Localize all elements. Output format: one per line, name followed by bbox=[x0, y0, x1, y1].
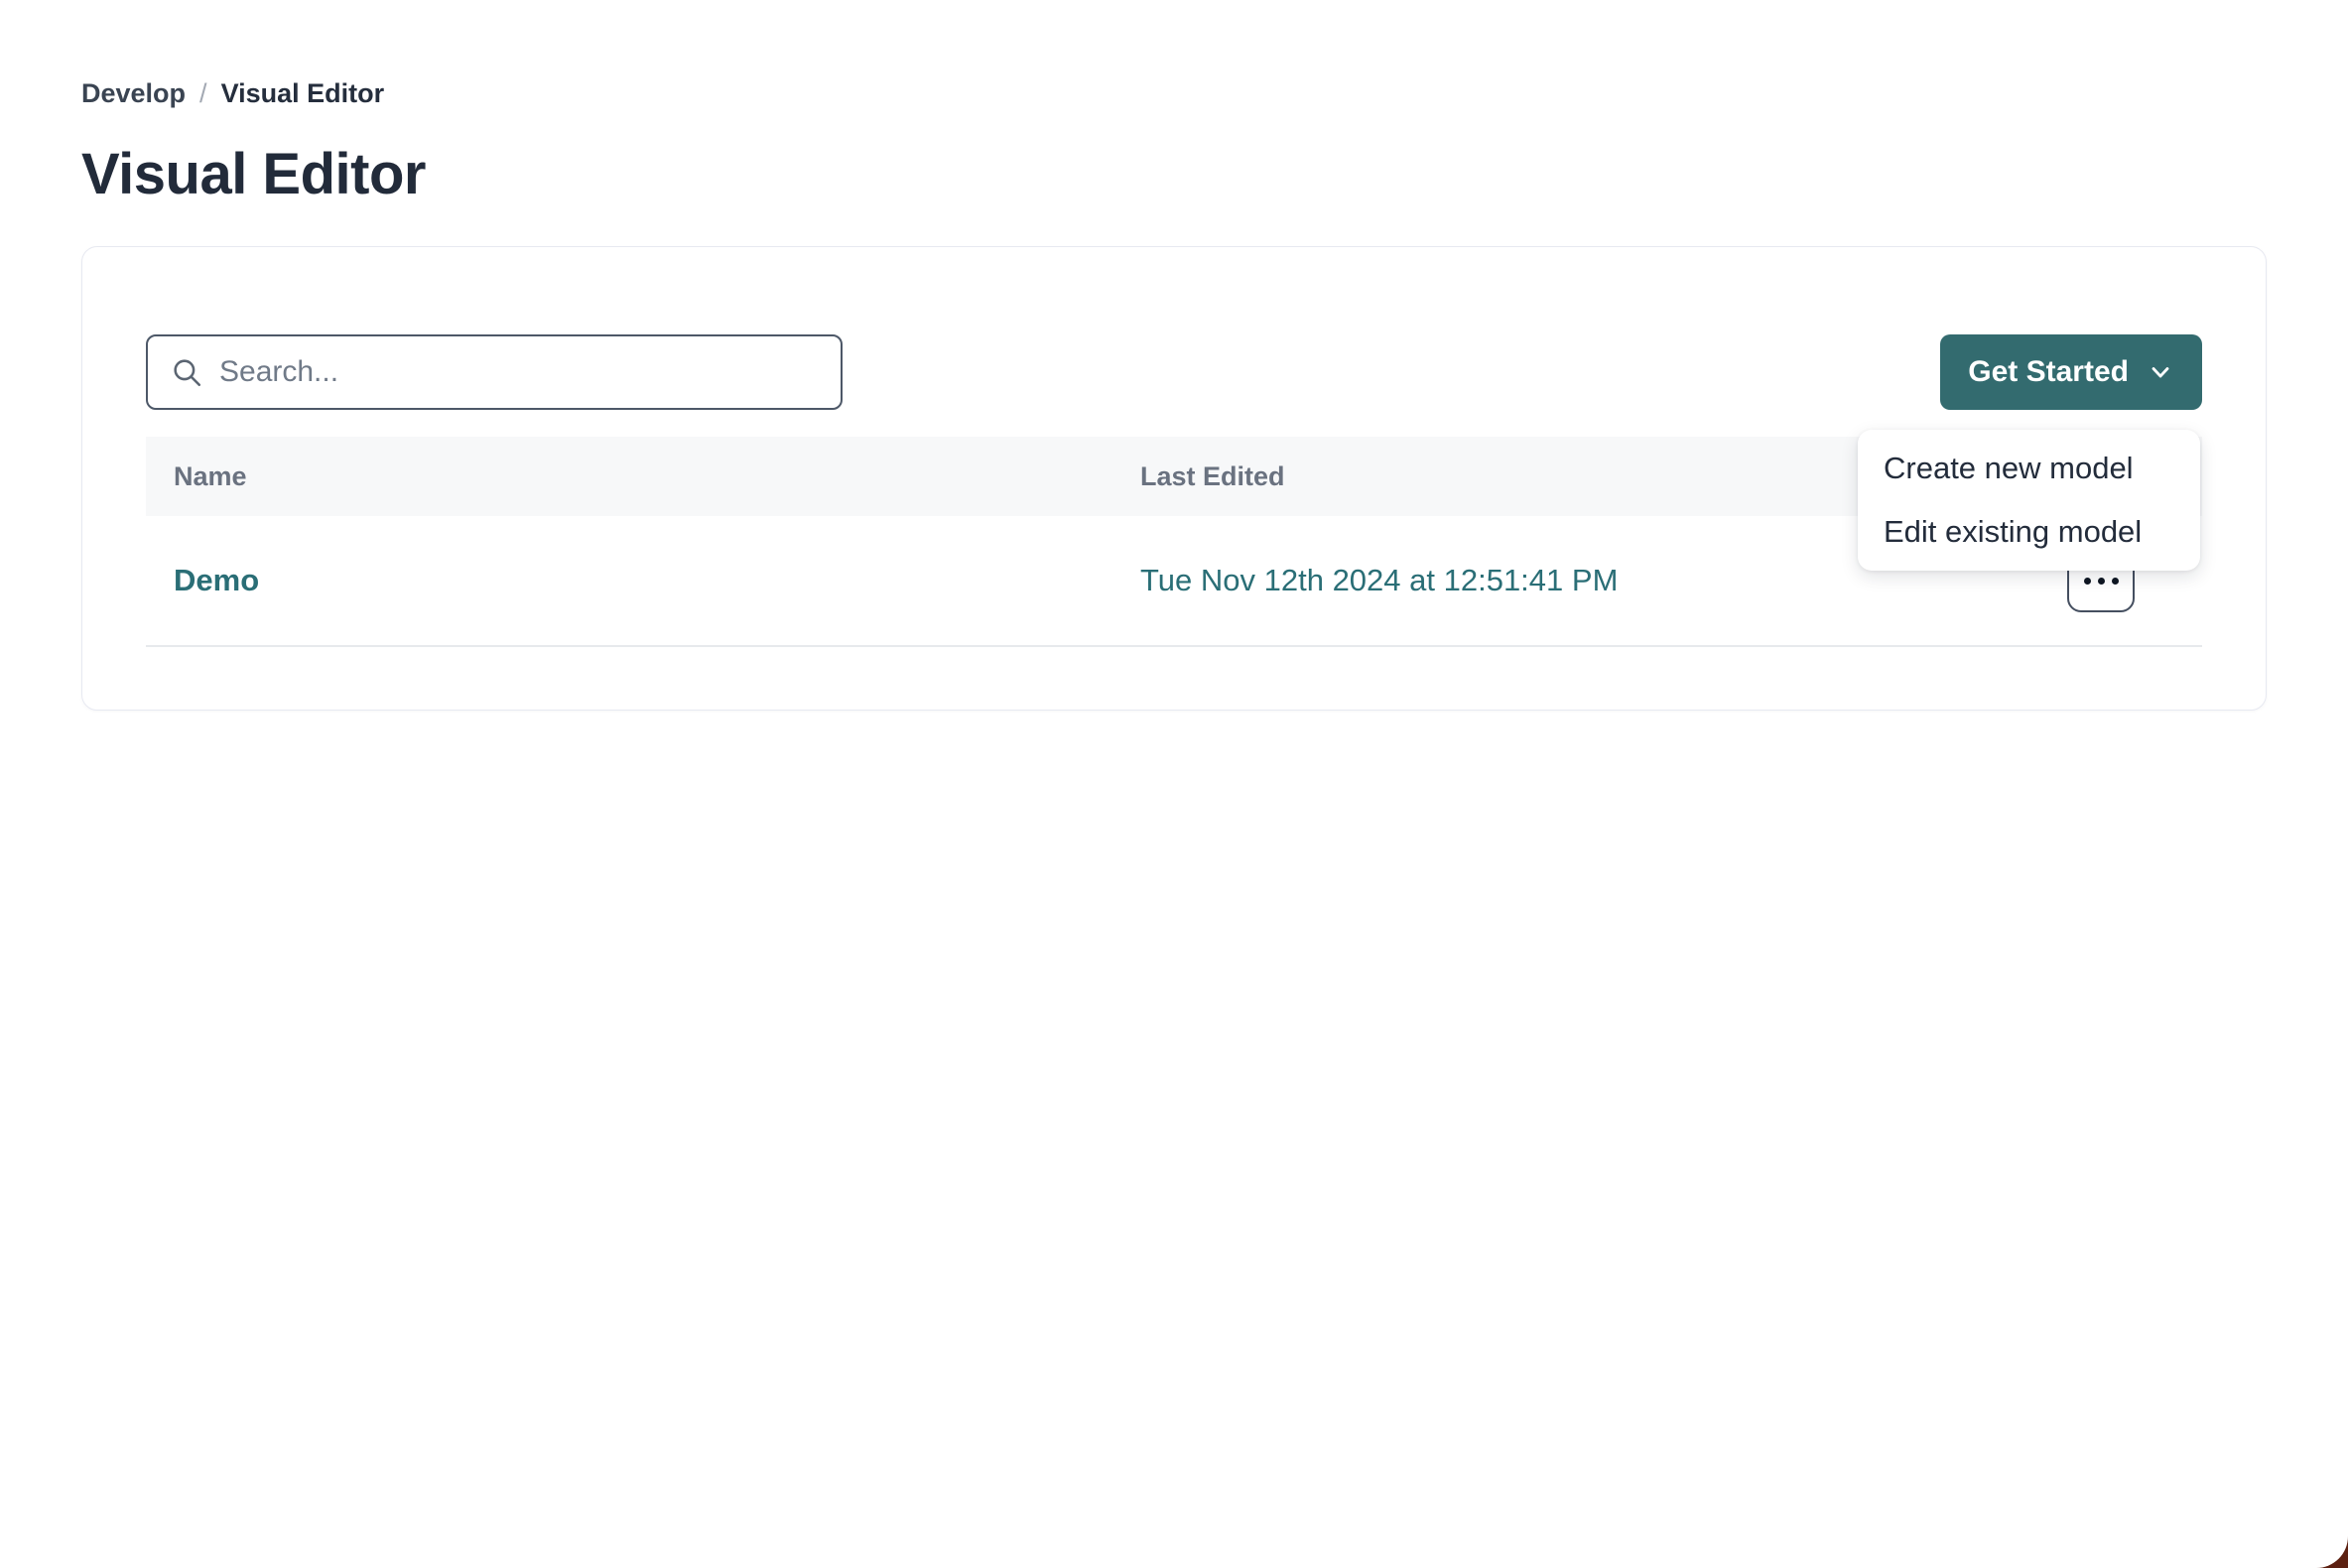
get-started-label: Get Started bbox=[1968, 355, 2129, 389]
column-header-name: Name bbox=[146, 461, 1112, 492]
page-title: Visual Editor bbox=[81, 139, 2267, 210]
get-started-button[interactable]: Get Started bbox=[1940, 334, 2202, 410]
model-name-link[interactable]: Demo bbox=[174, 563, 259, 597]
search-icon bbox=[170, 355, 203, 389]
models-card: Get Started Name Last Edited Demo Tue No… bbox=[81, 246, 2267, 711]
menu-item-edit-existing-model[interactable]: Edit existing model bbox=[1858, 500, 2200, 564]
breadcrumb-develop[interactable]: Develop bbox=[81, 75, 186, 111]
ellipsis-icon bbox=[2084, 578, 2091, 585]
get-started-menu: Create new model Edit existing model bbox=[1858, 430, 2200, 571]
page: Develop / Visual Editor Visual Editor Ge… bbox=[0, 75, 2348, 711]
search-input[interactable] bbox=[219, 355, 819, 389]
background-corner-decoration bbox=[2304, 1534, 2348, 1568]
breadcrumb-separator: / bbox=[199, 75, 207, 111]
chevron-down-icon bbox=[2147, 358, 2174, 386]
menu-item-create-new-model[interactable]: Create new model bbox=[1858, 437, 2200, 500]
model-name-cell: Demo bbox=[146, 563, 1112, 598]
breadcrumb: Develop / Visual Editor bbox=[81, 75, 2267, 111]
breadcrumb-current: Visual Editor bbox=[221, 75, 385, 111]
search-box bbox=[146, 334, 843, 410]
toolbar: Get Started bbox=[146, 334, 2202, 410]
